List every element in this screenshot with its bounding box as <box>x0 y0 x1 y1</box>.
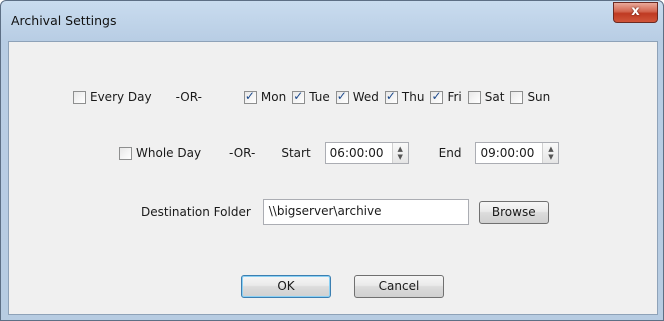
day-checkbox-box[interactable] <box>384 89 398 104</box>
every-day-checkbox-box[interactable] <box>73 90 86 104</box>
day-checkbox-fri[interactable]: Fri <box>430 89 462 104</box>
destination-folder-input[interactable]: \\bigserver\archive <box>262 199 469 225</box>
dialog-client-area: Every Day -OR- Mon Tue Wed Thu Fri Sat Sun Who… <box>8 41 658 315</box>
day-checkbox-box[interactable] <box>430 89 444 104</box>
browse-button[interactable]: Browse <box>478 200 549 224</box>
ok-button[interactable]: OK <box>241 275 331 298</box>
day-checkbox-box[interactable] <box>292 89 306 104</box>
start-label: Start <box>281 146 311 160</box>
end-label: End <box>438 146 462 160</box>
day-checkbox-mon[interactable]: Mon <box>243 89 287 104</box>
day-checkbox-sat[interactable]: Sat <box>467 90 505 104</box>
day-checkbox-thu[interactable]: Thu <box>384 89 425 104</box>
days-row: Every Day -OR- Mon Tue Wed Thu Fri Sat Sun <box>73 89 556 104</box>
day-label: Wed <box>352 90 379 104</box>
day-checkbox-box[interactable] <box>510 90 524 104</box>
end-time-value[interactable]: 09:00:00 <box>476 146 542 160</box>
day-label: Mon <box>260 90 287 104</box>
spin-up-icon[interactable]: ▲ <box>397 145 402 153</box>
day-checkbox-wed[interactable]: Wed <box>335 89 379 104</box>
cancel-button[interactable]: Cancel <box>354 275 444 298</box>
every-day-checkbox[interactable]: Every Day <box>73 90 152 104</box>
day-checkbox-box[interactable] <box>467 90 481 104</box>
whole-day-label: Whole Day <box>136 146 202 160</box>
day-checkbox-box[interactable] <box>243 89 257 104</box>
every-day-label: Every Day <box>90 90 152 104</box>
time-row: Whole Day -OR- Start 06:00:00 ▲ ▼ End 09… <box>119 142 560 164</box>
day-label: Tue <box>309 90 330 104</box>
close-icon: x <box>631 4 640 19</box>
close-button[interactable]: x <box>613 2 658 23</box>
time-or-label: -OR- <box>229 146 256 160</box>
day-label: Sun <box>527 90 551 104</box>
window-title: Archival Settings <box>11 13 117 28</box>
day-checkbox-sun[interactable]: Sun <box>510 90 550 104</box>
whole-day-checkbox[interactable]: Whole Day <box>119 146 201 160</box>
end-time-spinner[interactable]: 09:00:00 ▲ ▼ <box>475 142 560 164</box>
day-label: Thu <box>401 90 425 104</box>
days-or-label: -OR- <box>175 90 202 104</box>
start-time-arrows[interactable]: ▲ ▼ <box>391 143 408 163</box>
destination-row: Destination Folder \\bigserver\archive B… <box>141 199 549 225</box>
title-bar[interactable]: Archival Settings x <box>1 1 663 41</box>
spin-up-icon[interactable]: ▲ <box>548 145 553 153</box>
day-checkbox-tue[interactable]: Tue <box>292 89 330 104</box>
archival-settings-window: Archival Settings x Every Day -OR- Mon Tu… <box>0 0 664 321</box>
day-label: Sat <box>484 90 505 104</box>
spin-down-icon[interactable]: ▼ <box>397 153 402 161</box>
whole-day-checkbox-box[interactable] <box>119 146 132 160</box>
start-time-value[interactable]: 06:00:00 <box>326 146 392 160</box>
day-label: Fri <box>447 90 462 104</box>
destination-folder-label: Destination Folder <box>141 205 251 219</box>
day-checkbox-list: Mon Tue Wed Thu Fri Sat Sun <box>243 89 556 104</box>
spin-down-icon[interactable]: ▼ <box>548 153 553 161</box>
day-checkbox-box[interactable] <box>335 89 349 104</box>
end-time-arrows[interactable]: ▲ ▼ <box>542 143 559 163</box>
start-time-spinner[interactable]: 06:00:00 ▲ ▼ <box>324 142 409 164</box>
